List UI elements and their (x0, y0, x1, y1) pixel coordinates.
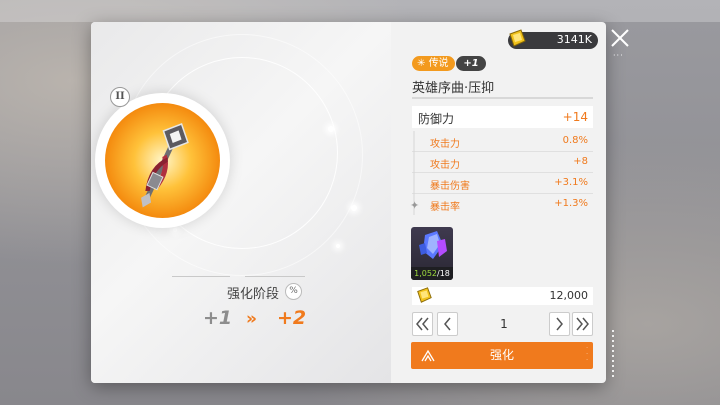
double-chevron-right-icon: » (246, 309, 257, 329)
currency-value: 3141K (556, 33, 592, 46)
sub-stat-label: 攻击力 (430, 160, 460, 171)
stage-next: +2 (277, 307, 307, 329)
enhance-stage-label: 强化阶段 (227, 287, 280, 302)
main-stat-label: 防御力 (418, 112, 455, 126)
double-chevron-left-icon (416, 317, 429, 331)
chevron-left-icon (444, 317, 451, 331)
quantity-value[interactable]: 1 (460, 312, 548, 336)
sub-stat-value: 0.8% (562, 135, 588, 146)
cost-value: 12,000 (549, 289, 589, 302)
min-button[interactable] (412, 312, 433, 336)
max-button[interactable] (572, 312, 593, 336)
main-stat-value: +14 (562, 110, 588, 124)
dots-icon: ··· (613, 51, 624, 60)
rarity-label: 传说 (428, 58, 449, 69)
stage-current: +1 (203, 307, 233, 329)
decrement-button[interactable] (437, 312, 458, 336)
divider (245, 276, 305, 277)
chevron-right-icon (556, 317, 563, 331)
rarity-badge: ✳ 传说 (412, 56, 455, 71)
scroll-indicator (612, 330, 614, 380)
sub-stat-label: 暴击伤害 (430, 181, 470, 192)
close-icon[interactable] (609, 27, 631, 49)
divider (412, 97, 593, 99)
sub-stat-row: 攻击力 +8 (412, 152, 593, 173)
enhance-button-label: 强化 (489, 348, 514, 362)
increment-button[interactable] (549, 312, 570, 336)
gold-crystal-icon (417, 287, 432, 303)
level-badge: +1 (456, 56, 486, 71)
sparkle-icon: ✦ (410, 199, 420, 212)
material-need: /18 (437, 269, 450, 278)
sub-stat-label: 攻击力 (430, 139, 460, 150)
weapon-image (141, 123, 189, 208)
material-count: 1,052/18 (411, 267, 453, 280)
background-strip (0, 0, 720, 22)
sparkle (351, 205, 357, 211)
enhance-button[interactable]: 强化 · · · (411, 342, 593, 369)
sub-stat-row: 暴击率 +1.3% (412, 194, 593, 214)
sparkle (328, 126, 334, 132)
sparkle (173, 228, 177, 232)
sub-stat-value: +3.1% (554, 177, 588, 188)
sparkle (336, 244, 340, 248)
double-chevron-right-icon (576, 317, 589, 331)
material-have: 1,052 (414, 269, 438, 278)
percent-icon[interactable]: % (285, 283, 302, 300)
sub-stat-value: +1.3% (554, 198, 588, 209)
sub-stat-label: 暴击率 (430, 202, 460, 213)
sub-stat-row: 暴击伤害 +3.1% (412, 173, 593, 194)
cost-row: 12,000 (412, 287, 593, 305)
divider (172, 276, 230, 277)
gold-crystal-icon (509, 29, 526, 47)
dots-icon: ··· (586, 345, 588, 364)
material-slot[interactable]: 1,052/18 (411, 227, 453, 280)
sub-stat-row: 攻击力 0.8% (412, 131, 593, 152)
sub-stat-value: +8 (573, 156, 588, 167)
main-stat-row: 防御力 +14 (412, 106, 593, 128)
rank-badge: II (110, 87, 130, 107)
blue-crystal-icon (419, 231, 447, 259)
item-name: 英雄序曲·压抑 (412, 81, 495, 96)
